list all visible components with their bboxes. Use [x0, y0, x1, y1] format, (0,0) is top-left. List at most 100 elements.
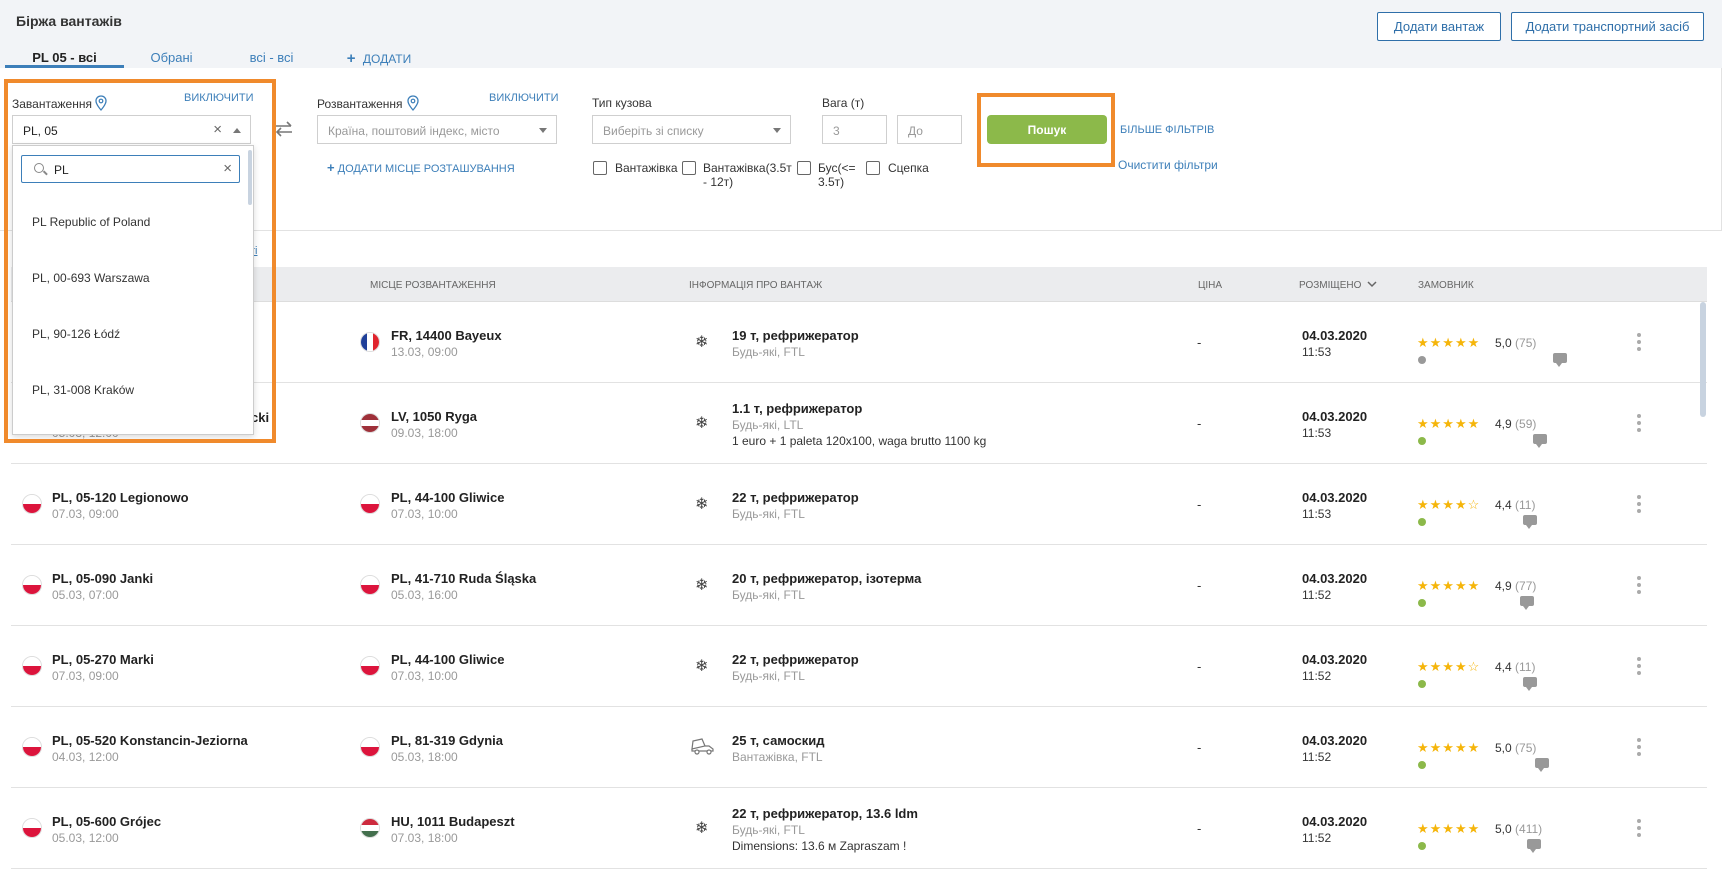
table-row[interactable]: PL, 05-090 Janki 05.03, 07:00 PL, 41-710… — [11, 545, 1707, 626]
clear-filters-link[interactable]: Очистити фільтри — [1118, 158, 1218, 172]
chat-icon[interactable] — [1527, 839, 1541, 853]
rating-value: 4,4 (11) — [1495, 498, 1535, 512]
weight-from-input[interactable]: 3 — [822, 115, 887, 144]
rating-value: 4,4 (11) — [1495, 660, 1535, 674]
loading-place: PL, 05-090 Janki — [52, 571, 154, 586]
snowflake-icon: ❄ — [695, 415, 709, 432]
price: - — [1197, 416, 1202, 431]
tab-all-all[interactable]: всі - всі — [219, 44, 324, 68]
add-vehicle-button[interactable]: Додати транспортний засіб — [1511, 12, 1704, 41]
more-options-icon[interactable] — [1637, 414, 1641, 435]
more-options-icon[interactable] — [1637, 657, 1641, 678]
chat-icon[interactable] — [1520, 596, 1534, 610]
loading-place: PL, 05-600 Grójec — [52, 814, 162, 829]
chat-icon[interactable] — [1523, 515, 1537, 529]
table-row[interactable]: PL, 05-270 Marki 07.03, 09:00 PL, 44-100… — [11, 626, 1707, 707]
cargo-main: 19 т, рефрижератор — [732, 328, 859, 343]
column-header-price[interactable]: ЦІНА — [1198, 280, 1222, 291]
status-dot — [1418, 842, 1426, 850]
chat-icon[interactable] — [1533, 434, 1547, 448]
unloading-exclude-link[interactable]: ВИКЛЮЧИТИ — [489, 92, 558, 104]
unloading-date: 09.03, 18:00 — [391, 426, 458, 440]
location-pin-icon — [407, 95, 419, 111]
add-location-link[interactable]: + ДОДАТИ МІСЦЕ РОЗТАШУВАННЯ — [327, 160, 515, 175]
rating-value: 4,9 (77) — [1495, 579, 1536, 593]
price: - — [1197, 578, 1202, 593]
loading-date: 04.03, 12:00 — [52, 750, 119, 764]
status-dot — [1418, 518, 1426, 526]
rating-count[interactable]: (59) — [1515, 417, 1536, 431]
tab-pl05-all[interactable]: PL 05 - всі — [5, 44, 124, 68]
column-header-unloading[interactable]: МІСЦЕ РОЗВАНТАЖЕННЯ — [370, 280, 496, 291]
price: - — [1197, 740, 1202, 755]
sort-desc-icon — [1367, 281, 1377, 288]
more-options-icon[interactable] — [1637, 819, 1641, 840]
column-header-posted[interactable]: РОЗМІЩЕНО — [1299, 280, 1377, 291]
cargo-sub: Будь-які, FTL — [732, 345, 805, 359]
snowflake-icon: ❄ — [695, 820, 709, 837]
price: - — [1197, 659, 1202, 674]
posted-time: 11:53 — [1302, 507, 1332, 521]
cargo-main: 25 т, самоскид — [732, 733, 825, 748]
posted-time: 11:52 — [1302, 669, 1332, 683]
table-scrollbar[interactable] — [1700, 302, 1706, 417]
posted-time: 11:52 — [1302, 750, 1332, 764]
status-dot — [1418, 599, 1426, 607]
chat-icon[interactable] — [1535, 758, 1549, 772]
rating-score: 4,4 — [1495, 660, 1512, 674]
unloading-select[interactable]: Країна, поштовий індекс, місто — [317, 115, 557, 144]
flag-fr-icon — [360, 332, 380, 352]
tab-favorites[interactable]: Обрані — [124, 44, 219, 68]
status-dot — [1418, 437, 1426, 445]
rating-count[interactable]: (75) — [1515, 336, 1536, 350]
highlight-box-search — [977, 93, 1115, 167]
rating-value: 5,0 (75) — [1495, 336, 1536, 350]
flag-pl-icon — [22, 737, 42, 757]
checkbox-van[interactable] — [797, 161, 811, 175]
flag-pl-icon — [22, 656, 42, 676]
more-filters-link[interactable]: БІЛЬШЕ ФІЛЬТРІВ — [1120, 124, 1214, 136]
rating-count[interactable]: (11) — [1515, 660, 1535, 674]
rating-count[interactable]: (75) — [1515, 741, 1536, 755]
add-cargo-button[interactable]: Додати вантаж — [1377, 12, 1501, 41]
unloading-date: 05.03, 16:00 — [391, 588, 458, 602]
unloading-place: LV, 1050 Ryga — [391, 409, 477, 424]
cargo-sub: Будь-які, FTL — [732, 507, 805, 521]
status-dot — [1418, 356, 1426, 364]
rating-count[interactable]: (11) — [1515, 498, 1535, 512]
rating-count[interactable]: (411) — [1515, 822, 1542, 836]
checkbox-truck-medium[interactable] — [682, 161, 696, 175]
weight-label: Вага (т) — [822, 96, 865, 110]
cargo-sub: Вантажівка, FTL — [732, 750, 823, 764]
cargo-extra: 1 euro + 1 paleta 120x100, waga brutto 1… — [732, 434, 987, 448]
checkbox-truck[interactable] — [593, 161, 607, 175]
column-header-cargo[interactable]: ІНФОРМАЦІЯ ПРО ВАНТАЖ — [689, 280, 822, 291]
status-dot — [1418, 680, 1426, 688]
body-type-placeholder: Виберіть зі списку — [603, 124, 704, 138]
checkbox-trailer[interactable] — [866, 161, 880, 175]
loading-date: 05.03, 07:00 — [52, 588, 119, 602]
chat-icon[interactable] — [1523, 677, 1537, 691]
column-header-customer[interactable]: ЗАМОВНИК — [1418, 280, 1474, 291]
rating-count[interactable]: (77) — [1515, 579, 1536, 593]
unloading-date: 05.03, 18:00 — [391, 750, 458, 764]
tab-add[interactable]: + ДОДАТИ — [324, 44, 434, 68]
table-row[interactable]: PL, 05-600 Grójec 05.03, 12:00 HU, 1011 … — [11, 788, 1707, 869]
body-type-select[interactable]: Виберіть зі списку — [592, 115, 791, 144]
more-options-icon[interactable] — [1637, 495, 1641, 516]
more-options-icon[interactable] — [1637, 333, 1641, 354]
swap-icon[interactable] — [274, 120, 294, 138]
top-bar: Біржа вантажів Додати вантаж Додати тран… — [0, 0, 1722, 68]
more-options-icon[interactable] — [1637, 738, 1641, 759]
unloading-date: 13.03, 09:00 — [391, 345, 458, 359]
table-row[interactable]: PL, 05-120 Legionowo 07.03, 09:00 PL, 44… — [11, 464, 1707, 545]
loading-date: 05.03, 12:00 — [52, 831, 119, 845]
weight-to-input[interactable]: До — [897, 115, 962, 144]
table-row[interactable]: PL, 05-520 Konstancin-Jeziorna 04.03, 12… — [11, 707, 1707, 788]
cargo-main: 22 т, рефрижератор, 13.6 ldm — [732, 806, 918, 821]
checkbox-truck-medium-label: Вантажівка(3.5т - 12т) — [703, 161, 792, 189]
unloading-date: 07.03, 18:00 — [391, 831, 458, 845]
chat-icon[interactable] — [1553, 353, 1567, 367]
more-options-icon[interactable] — [1637, 576, 1641, 597]
flag-pl-icon — [22, 575, 42, 595]
